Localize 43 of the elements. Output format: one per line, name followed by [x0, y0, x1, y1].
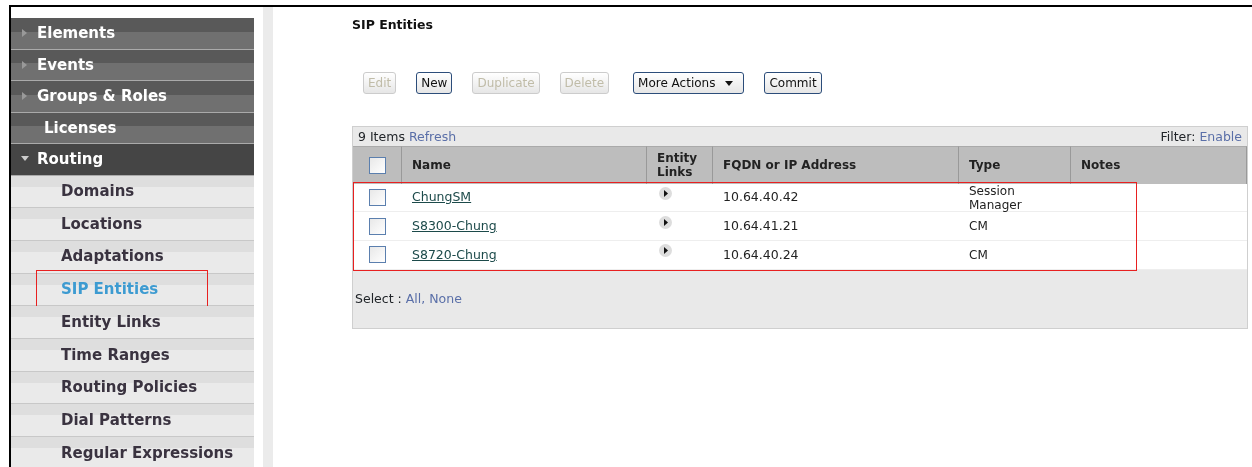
table-cell: 10.64.40.42	[713, 183, 959, 213]
row-checkbox[interactable]	[369, 217, 386, 235]
refresh-link[interactable]: Refresh	[408, 127, 457, 145]
expand-arrow-icon	[21, 92, 29, 101]
toolbar-button[interactable]: Commit	[764, 71, 822, 94]
sidebar-item[interactable]: Elements	[11, 18, 254, 50]
column-header: Type	[959, 145, 1071, 184]
sidebar-item[interactable]: Events	[11, 49, 254, 81]
column-header: Name	[402, 145, 647, 184]
page-title: SIP Entities	[352, 16, 435, 34]
column-header: Entity Links	[647, 145, 713, 184]
filter-label: Filter:	[1160, 127, 1196, 145]
row-checkbox[interactable]	[369, 246, 386, 264]
column-header: FQDN or IP Address	[713, 145, 959, 184]
sidebar-subitem[interactable]: Entity Links	[11, 306, 254, 339]
sidebar-subitem[interactable]: Domains	[11, 175, 254, 209]
toolbar-button[interactable]: New	[416, 71, 453, 94]
table-cell: CM	[969, 219, 988, 234]
sidebar-subitem[interactable]: Routing Policies	[11, 371, 254, 405]
entity-name-link[interactable]: ChungSM	[412, 188, 472, 207]
item-count: 9 Items	[358, 127, 405, 145]
expand-arrow-icon	[21, 29, 29, 38]
sidebar-subitem[interactable]: Regular Expressions	[11, 437, 254, 467]
table-cell: 10.64.40.24	[713, 241, 959, 270]
select-all-link[interactable]: All,	[405, 289, 426, 308]
sidebar-item[interactable]: Licenses	[11, 112, 254, 144]
table-cell: 10.64.41.21	[713, 212, 959, 242]
enable-link[interactable]: Enable	[1199, 127, 1242, 145]
select-all-checkbox[interactable]	[368, 156, 386, 174]
row-checkbox[interactable]	[369, 189, 386, 207]
sidebar-item[interactable]: Groups & Roles	[11, 81, 254, 113]
caret-icon	[725, 80, 734, 86]
dropdown-button[interactable]: More Actions	[633, 71, 745, 94]
sidebar-item[interactable]: Routing	[11, 144, 254, 176]
sidebar-subitem[interactable]: Dial Patterns	[11, 404, 254, 437]
table-cell: CM	[969, 247, 988, 262]
expand-arrow-icon	[21, 60, 29, 69]
sidebar-subitem[interactable]: Time Ranges	[11, 338, 254, 372]
table-cell-text: Session Manager	[969, 183, 1023, 212]
select-label: Select :	[355, 289, 402, 308]
column-header: Notes	[1071, 145, 1247, 184]
select-none-link[interactable]: None	[429, 289, 462, 308]
sidebar-subitem[interactable]: Locations	[11, 208, 254, 241]
